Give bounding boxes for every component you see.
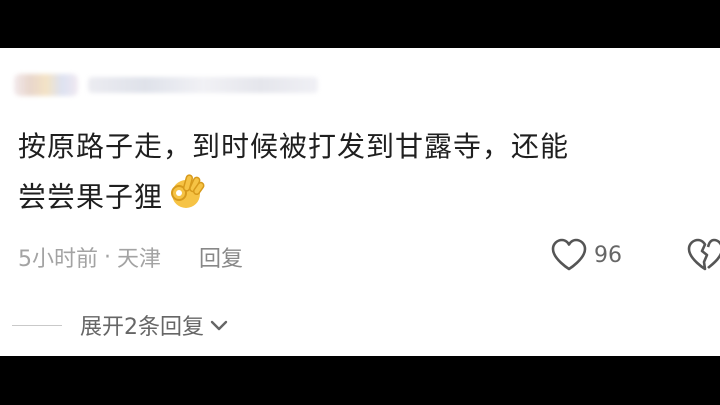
broken-heart-icon[interactable] xyxy=(686,238,720,272)
heart-icon[interactable] xyxy=(550,238,588,272)
comment-line-2: 尝尝果子狸 xyxy=(18,171,708,226)
divider-line xyxy=(12,324,62,326)
comment-card: 按原路子走，到时候被打发到甘露寺，还能 尝尝果子狸 5小时前 · 天津 回复 9… xyxy=(0,48,720,356)
expand-replies-label[interactable]: 展开2条回复 xyxy=(80,309,204,341)
like-count: 96 xyxy=(594,242,622,268)
meta-separator: · xyxy=(104,244,111,270)
user-header[interactable] xyxy=(14,68,318,102)
like-button[interactable]: 96 xyxy=(550,238,622,272)
chevron-down-icon[interactable] xyxy=(208,314,230,336)
dislike-button[interactable] xyxy=(686,238,720,276)
timestamp: 5小时前 xyxy=(18,247,98,272)
comment-text: 按原路子走，到时候被打发到甘露寺，还能 尝尝果子狸 xyxy=(18,123,708,226)
reply-button[interactable]: 回复 xyxy=(199,241,243,273)
avatar[interactable] xyxy=(14,74,78,96)
comment-line-2-text: 尝尝果子狸 xyxy=(18,180,164,214)
comment-line-1: 按原路子走，到时候被打发到甘露寺，还能 xyxy=(18,130,570,163)
username-blurred[interactable] xyxy=(88,77,318,93)
ok-hand-icon xyxy=(165,171,207,226)
expand-replies-button[interactable]: 展开2条回复 xyxy=(12,308,230,342)
location: 天津 xyxy=(117,247,162,272)
